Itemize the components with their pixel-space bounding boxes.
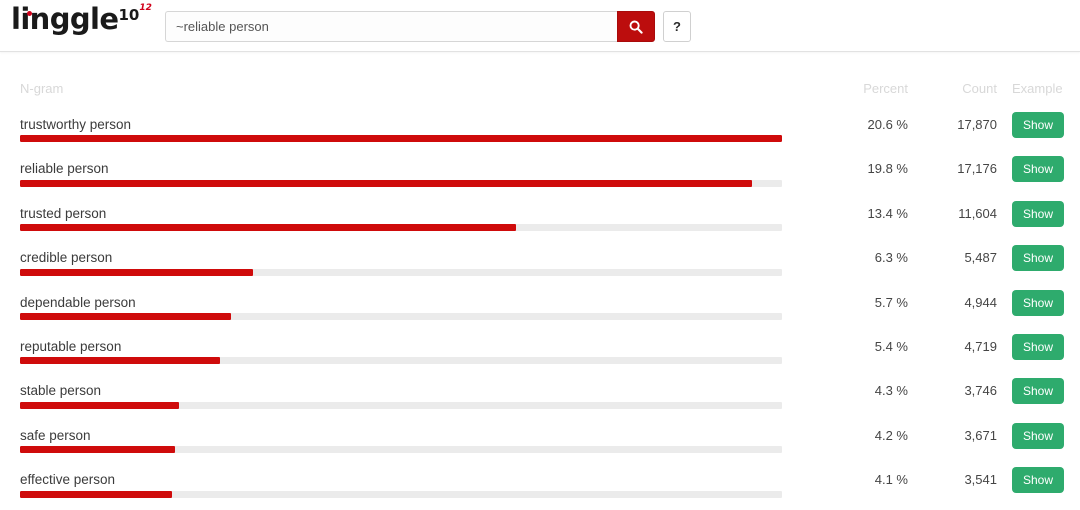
percent-bar-track	[20, 490, 782, 498]
count-value: 17,870	[957, 117, 997, 132]
show-example-button[interactable]: Show	[1012, 333, 1065, 360]
logo-superscript-primary: 10	[118, 6, 140, 24]
table-row: credible person 6.3 % 5,487 Show	[0, 236, 1080, 280]
percent-bar-track	[20, 401, 782, 409]
table-row: dependable person 5.7 % 4,944 Show	[0, 281, 1080, 325]
show-example-button[interactable]: Show	[1012, 200, 1065, 227]
percent-value: 4.2 %	[874, 427, 908, 443]
percent-value: 20.6 %	[867, 117, 908, 132]
example-cell: Show	[997, 327, 1065, 360]
percent-bar-fill	[20, 268, 254, 276]
table-header: N-gram Percent Count Example	[0, 81, 1080, 103]
count-value: 3,671	[964, 427, 997, 443]
app-header: linggle 10 12 ?	[0, 0, 1080, 52]
column-header-example: Example	[1012, 81, 1063, 96]
percent-bar-fill	[20, 490, 172, 498]
percent-value: 13.4 %	[867, 205, 908, 221]
column-header-ngram: N-gram	[20, 81, 64, 96]
percent-value: 6.3 %	[874, 250, 908, 266]
table-row: stable person 4.3 % 3,746 Show	[0, 369, 1080, 413]
show-example-button[interactable]: Show	[1012, 422, 1065, 449]
percent-bar-fill	[20, 446, 176, 454]
table-row: reputable person 5.4 % 4,719 Show	[0, 325, 1080, 369]
help-button[interactable]: ?	[663, 11, 691, 42]
ngram-label: trustworthy person	[20, 117, 132, 132]
percent-value: 5.7 %	[874, 294, 908, 310]
show-example-button[interactable]: Show	[1012, 467, 1065, 494]
example-cell: Show	[997, 283, 1065, 316]
logo-word-text: linggle	[11, 2, 119, 36]
example-cell: Show	[997, 371, 1065, 405]
table-row: safe person 4.2 % 3,671 Show	[0, 414, 1080, 458]
show-example-button[interactable]: Show	[1012, 245, 1065, 272]
results-region: N-gram Percent Count Example trustworthy…	[0, 52, 1080, 503]
show-example-button[interactable]: Show	[1012, 378, 1065, 405]
ngram-label: reputable person	[20, 338, 122, 354]
logo-dot-icon	[27, 11, 32, 16]
count-value: 4,944	[964, 294, 997, 310]
percent-bar-fill	[20, 401, 180, 409]
percent-bar-fill	[20, 179, 753, 187]
percent-bar-track	[20, 312, 782, 320]
ngram-label: credible person	[20, 250, 113, 266]
show-example-button[interactable]: Show	[1012, 112, 1065, 138]
column-header-count: Count	[962, 81, 997, 96]
percent-bar-fill	[20, 357, 220, 365]
ngram-label: safe person	[20, 427, 91, 443]
percent-bar-fill	[20, 312, 231, 320]
percent-value: 19.8 %	[867, 161, 908, 177]
count-value: 3,746	[964, 383, 997, 399]
example-cell: Show	[997, 149, 1065, 183]
search-button[interactable]	[617, 11, 655, 42]
logo-superscript-secondary: 12	[139, 3, 152, 13]
count-value: 4,719	[964, 338, 997, 354]
table-row: reliable person 19.8 % 17,176 Show	[0, 147, 1080, 191]
search-input[interactable]	[165, 11, 617, 42]
count-value: 5,487	[964, 250, 997, 266]
ngram-label: effective person	[20, 472, 116, 488]
example-cell: Show	[997, 416, 1065, 449]
ngram-label: stable person	[20, 383, 102, 399]
example-cell: Show	[997, 460, 1065, 494]
linggle-logo[interactable]: linggle 10 12	[11, 3, 152, 43]
count-value: 17,176	[957, 161, 997, 177]
logo-wordmark: linggle	[11, 2, 119, 36]
example-cell: Show	[997, 194, 1065, 227]
example-cell: Show	[997, 238, 1065, 272]
table-row: effective person 4.1 % 3,541 Show	[0, 458, 1080, 502]
percent-bar-track	[20, 179, 782, 187]
percent-bar-track	[20, 268, 782, 276]
percent-bar-track	[20, 357, 782, 365]
show-example-button[interactable]: Show	[1012, 156, 1065, 183]
count-value: 3,541	[964, 472, 997, 488]
ngram-label: trusted person	[20, 205, 107, 221]
percent-bar-fill	[20, 224, 516, 232]
table-row: trustworthy person 20.6 % 17,870 Show	[0, 103, 1080, 147]
ngram-label: reliable person	[20, 161, 109, 177]
percent-bar-track	[20, 446, 782, 454]
example-cell: Show	[997, 105, 1065, 138]
column-header-percent: Percent	[863, 81, 908, 96]
percent-bar-track	[20, 135, 782, 143]
percent-bar-track	[20, 224, 782, 232]
search-area: ?	[165, 11, 691, 42]
results-list: trustworthy person 20.6 % 17,870 Show reliab…	[0, 103, 1080, 503]
count-value: 11,604	[958, 205, 997, 221]
percent-value: 5.4 %	[874, 338, 908, 354]
show-example-button[interactable]: Show	[1012, 289, 1065, 316]
search-icon	[629, 20, 643, 34]
ngram-label: dependable person	[20, 294, 136, 310]
percent-value: 4.1 %	[874, 472, 908, 488]
table-row: trusted person 13.4 % 11,604 Show	[0, 192, 1080, 236]
percent-bar-fill	[20, 135, 782, 143]
percent-value: 4.3 %	[874, 383, 908, 399]
